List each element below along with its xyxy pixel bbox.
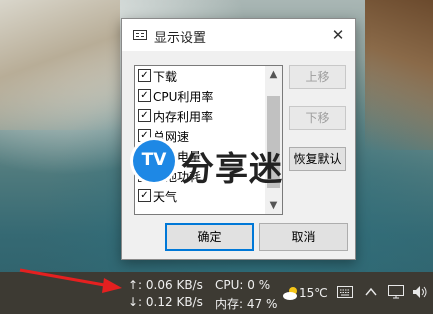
memory-usage[interactable]: 内存: 47 % [215, 295, 277, 312]
list-item-download[interactable]: ✓ 下载 [138, 68, 177, 86]
scroll-down-arrow-icon[interactable]: ▼ [265, 197, 282, 214]
download-speed[interactable]: ↓: 0.12 KB/s [128, 295, 203, 309]
move-up-button[interactable]: 上移 [289, 65, 346, 89]
display-settings-dialog: 显示设置 ✕ ✓下载 ✓CPU利用率 ✓内存利用率 ✓总网速 ✓电池电量 ✓电池… [121, 18, 356, 260]
list-item-weather[interactable]: ✓ 天气 [138, 188, 177, 206]
desktop-wallpaper-rock [365, 0, 433, 150]
tv-badge-icon: TV [133, 140, 175, 182]
checkbox-checked-icon[interactable]: ✓ [138, 109, 151, 122]
upload-speed[interactable]: ↑: 0.06 KB/s [128, 278, 203, 292]
dialog-title: 显示设置 [154, 31, 207, 46]
close-button[interactable]: ✕ [321, 19, 355, 51]
list-item-cpu[interactable]: ✓ CPU利用率 [138, 88, 213, 106]
scroll-up-arrow-icon[interactable]: ▲ [265, 66, 282, 83]
checkbox-checked-icon[interactable]: ✓ [138, 69, 151, 82]
desktop-wallpaper-sand [0, 0, 120, 130]
volume-icon[interactable] [412, 285, 428, 299]
chevron-up-icon[interactable] [365, 287, 377, 297]
keyboard-icon [133, 30, 147, 40]
red-arrow-annotation [19, 268, 122, 293]
checkbox-checked-icon[interactable]: ✓ [138, 189, 151, 202]
checkbox-checked-icon[interactable]: ✓ [138, 89, 151, 102]
watermark-logo: TV 分享迷 [133, 140, 318, 188]
cancel-button[interactable]: 取消 [259, 223, 348, 251]
list-item-memory[interactable]: ✓ 内存利用率 [138, 108, 213, 126]
dialog-titlebar[interactable]: 显示设置 ✕ [122, 19, 355, 51]
partly-cloudy-icon[interactable] [282, 285, 300, 301]
weather-temperature[interactable]: 15℃ [299, 286, 328, 300]
cpu-usage[interactable]: CPU: 0 % [215, 278, 270, 292]
ok-button[interactable]: 确定 [165, 223, 254, 251]
move-down-button[interactable]: 下移 [289, 106, 346, 130]
keyboard-icon[interactable] [337, 286, 353, 298]
network-icon[interactable] [388, 285, 404, 299]
watermark-text: 分享迷 [181, 149, 283, 188]
